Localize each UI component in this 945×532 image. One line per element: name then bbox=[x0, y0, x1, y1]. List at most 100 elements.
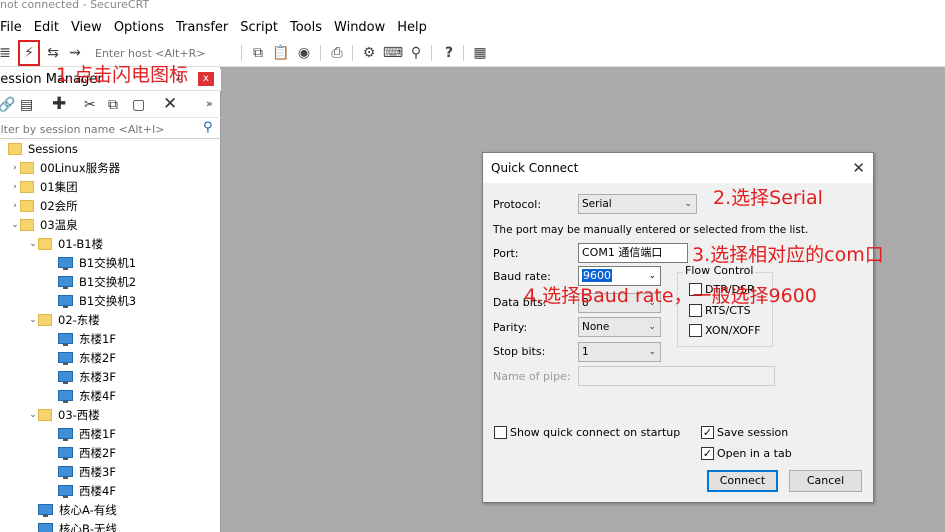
tree-session[interactable]: 东楼3F bbox=[48, 367, 116, 386]
save-session-label: Save session bbox=[717, 426, 789, 439]
parity-value: None bbox=[582, 321, 610, 333]
tree-session[interactable]: 核心A-有线 bbox=[28, 500, 117, 519]
session-filter-input[interactable] bbox=[0, 121, 196, 137]
tree-item-label: 西楼3F bbox=[79, 464, 116, 479]
cut-icon[interactable]: ✂ bbox=[84, 97, 96, 113]
link-icon[interactable]: 🔗 bbox=[0, 97, 15, 113]
find-icon[interactable]: ◉ bbox=[295, 44, 313, 62]
menu-script[interactable]: Script bbox=[236, 20, 286, 35]
cancel-button[interactable]: Cancel bbox=[789, 470, 862, 492]
add-session-icon[interactable]: ✚ bbox=[52, 94, 66, 114]
monitor-icon bbox=[58, 371, 73, 384]
annotation-step4: 4.选择Baud rate，一般选择9600 bbox=[524, 285, 817, 307]
tree-folder[interactable]: ⌄ 03-西楼 bbox=[28, 405, 100, 424]
monitor-icon bbox=[38, 504, 53, 517]
tree-session[interactable]: 西楼4F bbox=[48, 481, 116, 500]
port-value: COM1 通信端口 bbox=[582, 246, 663, 259]
connect-button[interactable]: Connect bbox=[707, 470, 778, 492]
keymap-keyboard-icon[interactable]: ⌨ bbox=[383, 44, 403, 62]
xon-xoff-checkbox[interactable]: XON/XOFF bbox=[689, 324, 761, 337]
tree-item-label: 01集团 bbox=[40, 179, 78, 194]
folder-icon bbox=[20, 218, 34, 231]
stop-bits-label: Stop bits: bbox=[493, 345, 546, 358]
tree-session[interactable]: 核心B-无线 bbox=[28, 519, 117, 532]
tree-session[interactable]: 东楼2F bbox=[48, 348, 116, 367]
tree-session[interactable]: 东楼4F bbox=[48, 386, 116, 405]
menu-window[interactable]: Window bbox=[330, 20, 393, 35]
tree-item-label: B1交换机1 bbox=[79, 255, 137, 270]
settings-gear-icon[interactable]: ⚙ bbox=[360, 44, 378, 62]
tree-session[interactable]: B1交换机2 bbox=[48, 272, 136, 291]
tree-session[interactable]: B1交换机1 bbox=[48, 253, 136, 272]
parity-select[interactable]: None ⌄ bbox=[578, 317, 661, 337]
tree-folder[interactable]: › 02会所 bbox=[10, 196, 77, 215]
delete-session-icon[interactable]: ✕ bbox=[163, 94, 177, 114]
menu-tools[interactable]: Tools bbox=[286, 20, 330, 35]
search-icon[interactable]: ⚲ bbox=[203, 120, 213, 135]
session-manager-close-button[interactable]: x bbox=[198, 72, 214, 86]
expand-chevron-icon[interactable]: › bbox=[10, 163, 20, 173]
menu-options[interactable]: Options bbox=[110, 20, 172, 35]
sftp-key-icon[interactable]: ⚲ bbox=[407, 44, 425, 62]
connect-icon[interactable]: ≣ bbox=[0, 44, 14, 62]
tree-folder[interactable]: ⌄ 01-B1楼 bbox=[28, 234, 103, 253]
copy-icon[interactable]: ⧉ bbox=[249, 44, 267, 62]
tree-item-label: 03-西楼 bbox=[58, 407, 100, 422]
toolbar-divider bbox=[241, 45, 242, 61]
show-on-startup-label: Show quick connect on startup bbox=[510, 426, 681, 439]
menu-edit[interactable]: Edit bbox=[30, 20, 67, 35]
monitor-icon bbox=[58, 390, 73, 403]
tree-session[interactable]: B1交换机3 bbox=[48, 291, 136, 310]
chevron-down-icon: ⌄ bbox=[684, 199, 692, 209]
expand-chevron-icon[interactable]: ⌄ bbox=[28, 410, 38, 420]
open-in-tab-checkbox[interactable]: ✓ Open in a tab bbox=[701, 447, 792, 460]
tabs-icon[interactable]: ▤ bbox=[20, 97, 33, 113]
expand-chevron-icon[interactable]: › bbox=[10, 182, 20, 192]
monitor-icon bbox=[58, 333, 73, 346]
tree-item-label: 00Linux服务器 bbox=[40, 160, 121, 175]
toolbar-divider bbox=[352, 45, 353, 61]
monitor-icon bbox=[58, 485, 73, 498]
stop-bits-select[interactable]: 1 ⌄ bbox=[578, 342, 661, 362]
tree-folder[interactable]: ⌄ 03温泉 bbox=[10, 215, 77, 234]
tree-session[interactable]: 西楼3F bbox=[48, 462, 116, 481]
tree-folder[interactable]: › 00Linux服务器 bbox=[10, 158, 120, 177]
tree-item-label: 东楼4F bbox=[79, 388, 116, 403]
menu-bar: File Edit View Options Transfer Script T… bbox=[0, 14, 945, 40]
menu-file[interactable]: File bbox=[0, 20, 30, 35]
open-in-tab-label: Open in a tab bbox=[717, 447, 792, 460]
quick-connect-lightning-icon[interactable]: ⚡ bbox=[18, 40, 40, 66]
protocol-select[interactable]: Serial ⌄ bbox=[578, 194, 697, 214]
monitor-icon bbox=[58, 295, 73, 308]
tree-folder[interactable]: Sessions bbox=[0, 139, 78, 158]
print-icon[interactable]: ⎙ bbox=[328, 44, 346, 62]
tree-folder[interactable]: ⌄ 02-东楼 bbox=[28, 310, 100, 329]
tree-folder[interactable]: › 01集团 bbox=[10, 177, 78, 196]
tree-session[interactable]: 东楼1F bbox=[48, 329, 116, 348]
expand-chevron-icon[interactable]: ⌄ bbox=[28, 239, 38, 249]
menu-transfer[interactable]: Transfer bbox=[172, 20, 236, 35]
copy-session-icon[interactable]: ⧉ bbox=[108, 97, 118, 113]
folder-icon bbox=[38, 237, 52, 250]
expand-chevron-icon[interactable]: ⌄ bbox=[10, 220, 20, 230]
show-on-startup-checkbox[interactable]: Show quick connect on startup bbox=[494, 426, 680, 439]
folder-icon bbox=[20, 161, 34, 174]
more-chevron-icon[interactable]: » bbox=[206, 97, 213, 110]
pipe-name-input bbox=[578, 366, 775, 386]
tree-item-label: 东楼3F bbox=[79, 369, 116, 384]
menu-help[interactable]: Help bbox=[393, 20, 435, 35]
paste-session-icon[interactable]: ▢ bbox=[132, 97, 145, 113]
window-view-icon[interactable]: ▦ bbox=[471, 44, 489, 62]
port-combo[interactable]: COM1 通信端口 bbox=[578, 243, 688, 263]
help-question-icon[interactable]: ? bbox=[440, 44, 458, 62]
save-session-checkbox[interactable]: ✓ Save session bbox=[701, 426, 788, 439]
tree-session[interactable]: 西楼1F bbox=[48, 424, 116, 443]
toolbar-divider bbox=[463, 45, 464, 61]
dialog-close-icon[interactable]: ✕ bbox=[852, 159, 865, 177]
menu-view[interactable]: View bbox=[67, 20, 110, 35]
monitor-icon bbox=[58, 428, 73, 441]
paste-icon[interactable]: 📋 bbox=[272, 44, 290, 62]
tree-session[interactable]: 西楼2F bbox=[48, 443, 116, 462]
expand-chevron-icon[interactable]: ⌄ bbox=[28, 315, 38, 325]
expand-chevron-icon[interactable]: › bbox=[10, 201, 20, 211]
